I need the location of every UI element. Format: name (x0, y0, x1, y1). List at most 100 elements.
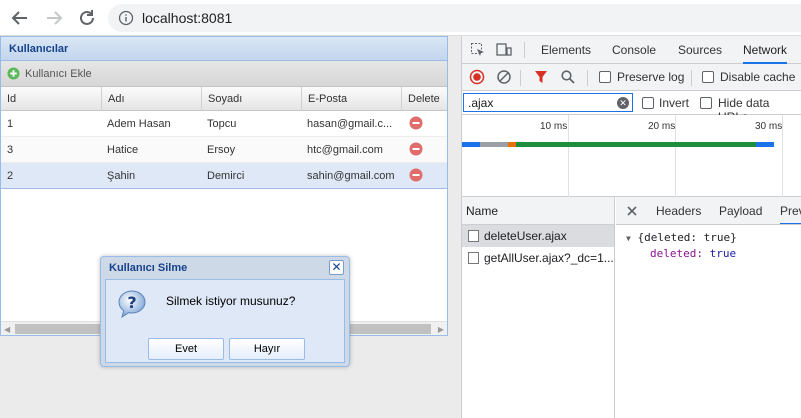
cell-email: hasan@gmail.c... (307, 118, 393, 130)
forward-button[interactable] (42, 6, 66, 30)
dialog-close-button[interactable]: ✕ (329, 260, 344, 275)
add-user-label: Kullanıcı Ekle (25, 67, 92, 80)
timeline-bar-connect (508, 142, 516, 147)
network-overview-timeline[interactable]: 10 ms 20 ms 30 ms (462, 115, 801, 197)
address-bar[interactable]: localhost:8081 (108, 4, 801, 32)
filter-value: .ajax (468, 96, 494, 110)
panel-title: Kullanıcılar (1, 37, 447, 61)
tab-console[interactable]: Console (612, 36, 656, 64)
disable-cache-label: Disable cache (720, 70, 796, 84)
cell-name: Şahin (107, 170, 136, 182)
toolbar-divider (691, 70, 692, 86)
toolbar-divider (520, 70, 521, 86)
dialog-message: Silmek istiyor musunuz? (166, 294, 296, 308)
request-list: Name deleteUser.ajax getAllUser.ajax?_dc… (462, 197, 615, 418)
cell-id: 1 (7, 118, 14, 130)
preview-key: deleted (650, 247, 697, 260)
table-row[interactable]: 1 Adem Hasan Topcu hasan@gmail.c... (1, 111, 447, 137)
scroll-right-icon[interactable]: ▶ (438, 325, 444, 334)
search-icon[interactable] (560, 69, 576, 85)
cell-surname: Topcu (207, 118, 237, 130)
inspect-element-icon[interactable] (470, 42, 486, 58)
preview-object[interactable]: ▼ {deleted: true} (626, 231, 737, 244)
tab-preview[interactable]: Prev (780, 197, 801, 224)
invert-checkbox[interactable] (642, 97, 654, 109)
filter-input[interactable]: .ajax ✕ (463, 93, 633, 112)
tab-elements[interactable]: Elements (541, 36, 591, 64)
hide-data-urls-checkbox[interactable] (700, 97, 712, 109)
file-icon (468, 230, 479, 242)
timeline-bar-stalled (480, 142, 508, 147)
filter-icon[interactable] (533, 69, 549, 85)
column-header-email[interactable]: E-Posta (301, 87, 401, 111)
question-icon: ? (118, 290, 146, 319)
cell-email: htc@gmail.com (307, 144, 383, 156)
table-row[interactable]: 3 Hatice Ersoy htc@gmail.com (1, 137, 447, 163)
address-url: localhost:8081 (142, 10, 233, 26)
info-icon[interactable] (118, 10, 134, 26)
request-item[interactable]: getAllUser.ajax?_dc=1... (462, 247, 614, 269)
tab-sources[interactable]: Sources (678, 36, 722, 64)
delete-icon[interactable] (409, 168, 423, 182)
reload-button[interactable] (75, 6, 99, 30)
preview-value: true (709, 247, 737, 260)
timeline-tick-label: 20 ms (648, 121, 676, 132)
column-header-id[interactable]: Id (1, 87, 101, 111)
timeline-tick-label: 30 ms (755, 121, 783, 132)
back-button[interactable] (8, 6, 32, 30)
table-row-selected[interactable]: 2 Şahin Demirci sahin@gmail.com (1, 163, 447, 189)
toolbar-divider (587, 70, 588, 86)
cell-name: Hatice (107, 144, 139, 156)
app-area: Kullanıcılar Kullanıcı Ekle Id Adı Soyad… (0, 36, 461, 418)
expand-triangle-icon[interactable]: ▼ (626, 234, 631, 243)
no-button[interactable]: Hayır (229, 338, 305, 360)
requests-area: Name deleteUser.ajax getAllUser.ajax?_dc… (462, 197, 801, 418)
grid-header: Id Adı Soyadı E-Posta Delete (1, 87, 447, 111)
preview-property: deleted: true (650, 247, 737, 260)
browser-toolbar: localhost:8081 (0, 0, 801, 36)
file-icon (468, 252, 479, 264)
network-toolbar: Preserve log Disable cache (462, 64, 801, 91)
clear-icon[interactable] (496, 69, 512, 85)
add-user-button[interactable]: Kullanıcı Ekle (7, 67, 92, 80)
tab-headers[interactable]: Headers (656, 197, 701, 224)
name-column-header[interactable]: Name (462, 197, 614, 225)
request-detail: Headers Payload Prev ▼ {deleted: true} d… (616, 197, 801, 418)
request-name: getAllUser.ajax?_dc=1... (484, 251, 614, 265)
detail-tabs: Headers Payload Prev (616, 197, 801, 225)
column-header-delete[interactable]: Delete (401, 87, 447, 111)
invert-label: Invert (659, 96, 690, 110)
cell-email: sahin@gmail.com (307, 170, 395, 182)
svg-text:?: ? (127, 293, 136, 312)
devtools-panel: Elements Console Sources Network Preserv… (461, 36, 801, 418)
request-item-selected[interactable]: deleteUser.ajax (462, 225, 614, 247)
device-toolbar-icon[interactable] (496, 42, 512, 58)
tab-network[interactable]: Network (743, 36, 788, 64)
preserve-log-checkbox[interactable] (599, 71, 611, 83)
delete-icon[interactable] (409, 116, 423, 130)
dialog-title: Kullanıcı Silme (109, 262, 188, 274)
preserve-log-label: Preserve log (617, 70, 685, 84)
column-header-surname[interactable]: Soyadı (201, 87, 301, 111)
reload-icon (80, 10, 94, 25)
close-icon[interactable] (626, 205, 638, 217)
record-icon[interactable] (469, 69, 485, 85)
dialog-body: ? Silmek istiyor musunuz? Evet Hayır (105, 279, 345, 363)
column-header-name[interactable]: Adı (101, 87, 201, 111)
cell-id: 3 (7, 144, 14, 156)
timeline-tick-label: 10 ms (540, 121, 568, 132)
clear-filter-icon[interactable]: ✕ (617, 97, 629, 109)
timeline-gridline (568, 115, 569, 197)
disable-cache-checkbox[interactable] (702, 71, 714, 83)
delete-icon[interactable] (409, 142, 423, 156)
cell-surname: Ersoy (207, 144, 236, 156)
toolbar-divider (524, 42, 525, 58)
cell-name: Adem Hasan (107, 118, 171, 130)
yes-button[interactable]: Evet (148, 338, 224, 360)
timeline-bar-download (756, 142, 774, 147)
grid-toolbar: Kullanıcı Ekle (1, 61, 447, 87)
delete-confirm-dialog: Kullanıcı Silme ✕ ? Silmek istiyor musun… (100, 256, 350, 367)
tab-payload[interactable]: Payload (719, 197, 762, 224)
back-arrow-icon (11, 11, 27, 25)
scroll-left-icon[interactable]: ◀ (4, 325, 10, 334)
